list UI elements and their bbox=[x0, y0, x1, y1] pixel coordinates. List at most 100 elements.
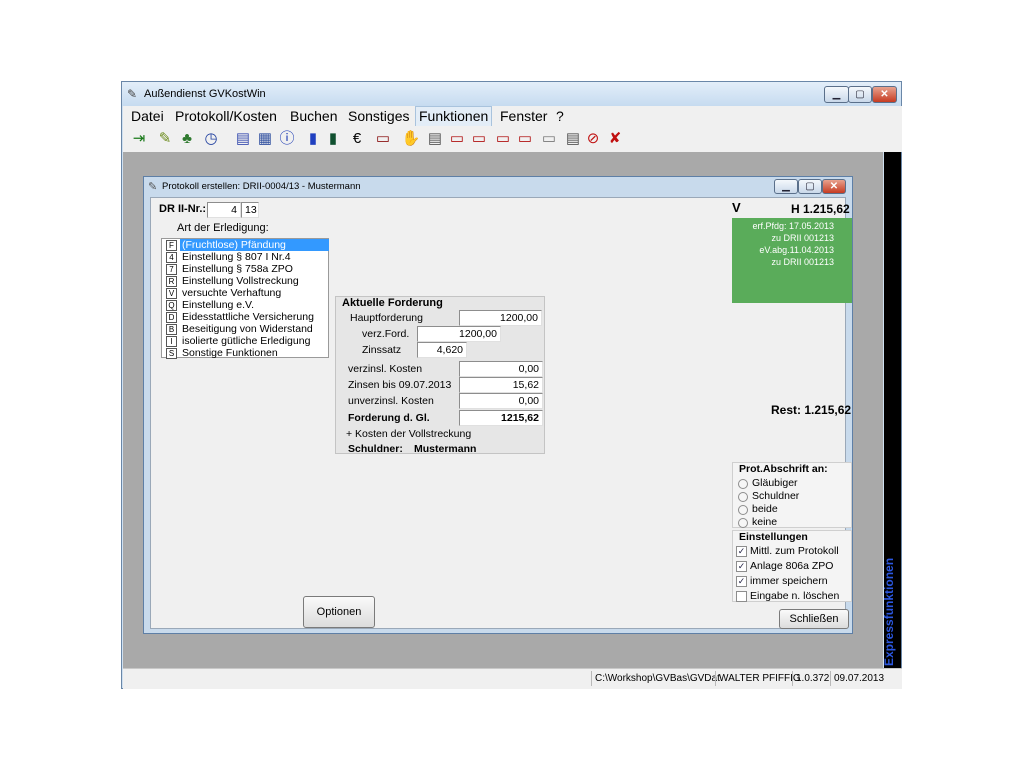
calendar-18-icon[interactable]: ▭ bbox=[447, 129, 467, 149]
erledigung-item[interactable]: R Einstellung Vollstreckung bbox=[162, 275, 328, 287]
verzinsl-kosten-field[interactable]: 0,00 bbox=[459, 361, 543, 377]
verz-ford-field[interactable]: 1200,00 bbox=[417, 326, 501, 342]
unverzinsl-kosten-field[interactable]: 0,00 bbox=[459, 393, 543, 409]
erledigung-item-label: Einstellung e.V. bbox=[182, 299, 254, 311]
history-line: zu DRII 001213 bbox=[771, 233, 834, 243]
erledigung-item[interactable]: 4 Einstellung § 807 I Nr.4 bbox=[162, 251, 328, 263]
radio-keine[interactable] bbox=[738, 518, 748, 528]
dialog-maximize-button[interactable]: ▢ bbox=[798, 179, 822, 194]
erledigung-item-label: Einstellung § 807 I Nr.4 bbox=[182, 251, 291, 263]
erledigung-item[interactable]: B Beseitigung von Widerstand bbox=[162, 323, 328, 335]
cancel-icon[interactable]: ✘ bbox=[605, 129, 625, 149]
document-t-icon[interactable]: ▭ bbox=[373, 129, 393, 149]
va-icon[interactable]: ▭ bbox=[469, 129, 489, 149]
abschrift-title: Prot.Abschrift an: bbox=[739, 463, 828, 475]
checkbox-mittl[interactable]: ✓ bbox=[736, 546, 747, 557]
rest-amount: Rest: 1.215,62 bbox=[771, 403, 852, 417]
erledigung-item-label: (Fruchtlose) Pfändung bbox=[180, 239, 329, 251]
menu-funktionen[interactable]: Funktionen bbox=[415, 106, 493, 128]
no-entry-icon[interactable]: ⊘ bbox=[583, 129, 603, 149]
checkbox-loeschen[interactable] bbox=[736, 591, 747, 602]
radio-beide-label: beide bbox=[752, 503, 778, 515]
kosten-note: + Kosten der Vollstreckung bbox=[346, 428, 472, 440]
schuldner-name: Mustermann bbox=[414, 443, 477, 455]
dialog-body: DR II-Nr.: 4 13 Art der Erledigung: F (Fr… bbox=[150, 197, 852, 629]
maximize-button[interactable]: ▢ bbox=[848, 86, 872, 103]
schliessen-button[interactable]: Schließen bbox=[779, 609, 849, 629]
menu-fenster[interactable]: Fenster bbox=[497, 106, 550, 126]
erledigung-item[interactable]: D Eidesstattliche Versicherung bbox=[162, 311, 328, 323]
calendar-icon[interactable]: ▦ bbox=[255, 129, 275, 149]
forderung-panel: Aktuelle Forderung Hauptforderung 1200,0… bbox=[335, 296, 545, 455]
document-grid-icon[interactable]: ▤ bbox=[563, 129, 583, 149]
edit-pencil-icon[interactable]: ✎ bbox=[155, 129, 175, 149]
exit-icon[interactable]: ⇥ bbox=[129, 129, 149, 149]
menu-help[interactable]: ? bbox=[553, 106, 567, 126]
book-icon[interactable]: ▮ bbox=[303, 129, 323, 149]
hauptforderung-label: Hauptforderung bbox=[350, 312, 423, 324]
dr-label: DR II-Nr.: bbox=[159, 203, 207, 215]
erledigung-item[interactable]: F (Fruchtlose) Pfändung bbox=[162, 239, 329, 251]
zinsen-field[interactable]: 15,62 bbox=[459, 377, 543, 393]
info-icon[interactable]: ⓘ bbox=[277, 129, 297, 149]
erledigung-item[interactable]: Vversuchte Verhaftung bbox=[162, 287, 328, 299]
status-bar: C:\Workshop\GVBas\GVDat WALTER PFIFFIG 1… bbox=[123, 668, 902, 689]
shortcut-key: 7 bbox=[166, 264, 177, 275]
hauptforderung-field[interactable]: 1200,00 bbox=[459, 310, 542, 326]
close-button[interactable]: ✕ bbox=[872, 86, 897, 103]
erledigung-label: Art der Erledigung: bbox=[177, 222, 269, 234]
number-icon[interactable]: ▭ bbox=[539, 129, 559, 149]
optionen-button[interactable]: Optionen bbox=[303, 596, 375, 628]
calculator-icon[interactable]: ▤ bbox=[233, 129, 253, 149]
zu-icon[interactable]: ▭ bbox=[515, 129, 535, 149]
hb-icon[interactable]: ▭ bbox=[493, 129, 513, 149]
dr-number-field[interactable]: 4 bbox=[207, 202, 241, 218]
radio-beide[interactable] bbox=[738, 505, 748, 515]
shortcut-key: F bbox=[166, 240, 177, 251]
menu-sonstiges[interactable]: Sonstiges bbox=[345, 106, 412, 126]
history-line: erf.Pfdg: 17.05.2013 bbox=[752, 221, 834, 231]
forderung-gl-field[interactable]: 1215,62 bbox=[459, 410, 543, 426]
schuldner-label: Schuldner: bbox=[348, 443, 403, 455]
checkbox-anlage[interactable]: ✓ bbox=[736, 561, 747, 572]
menu-protokoll-kosten[interactable]: Protokoll/Kosten bbox=[172, 106, 280, 126]
status-version: 1.0.372 bbox=[792, 671, 829, 686]
menu-buchen[interactable]: Buchen bbox=[287, 106, 340, 126]
erledigung-item[interactable]: S Sonstige Funktionen bbox=[162, 347, 328, 359]
erledigung-item[interactable]: 7 Einstellung § 758a ZPO bbox=[162, 263, 328, 275]
history-line: eV.abg.11.04.2013 bbox=[759, 245, 834, 255]
shortcut-key: D bbox=[166, 312, 177, 323]
checkbox-speichern-label: immer speichern bbox=[750, 575, 828, 587]
erledigung-item[interactable]: Iisolierte gütliche Erledigung bbox=[162, 335, 328, 347]
minimize-button[interactable]: ▁ bbox=[824, 86, 849, 103]
menu-datei[interactable]: Datei bbox=[128, 106, 167, 126]
dialog-close-button[interactable]: ✕ bbox=[822, 179, 846, 194]
erledigung-item[interactable]: Q Einstellung e.V. bbox=[162, 299, 328, 311]
handshake-icon[interactable]: ✋ bbox=[401, 129, 421, 149]
clock-icon[interactable]: ◷ bbox=[201, 129, 221, 149]
checkbox-loeschen-label: Eingabe n. löschen bbox=[750, 590, 840, 602]
zinsen-label: Zinsen bis 09.07.2013 bbox=[348, 379, 452, 391]
express-panel[interactable]: Expressfunktionen bbox=[882, 152, 901, 670]
dialog-minimize-button[interactable]: ▁ bbox=[774, 179, 798, 194]
app-icon: ✎ bbox=[127, 87, 138, 101]
checkbox-speichern[interactable]: ✓ bbox=[736, 576, 747, 587]
dr-year-field[interactable]: 13 bbox=[241, 202, 259, 218]
tree-icon[interactable]: ♣ bbox=[177, 129, 197, 149]
abschrift-group: Prot.Abschrift an: Gläubiger Schuldner b… bbox=[732, 462, 852, 528]
radio-glaeubiger[interactable] bbox=[738, 479, 748, 489]
checkbox-mittl-label: Mittl. zum Protokoll bbox=[750, 545, 839, 557]
zinssatz-field[interactable]: 4,620 bbox=[417, 342, 467, 358]
window-titlebar: ✎ Außendienst GVKostWin ▁ ▢ ✕ bbox=[122, 82, 901, 106]
document-list-icon[interactable]: ▤ bbox=[425, 129, 445, 149]
shortcut-key: 4 bbox=[166, 252, 177, 263]
euro-icon[interactable]: € bbox=[347, 129, 367, 149]
forderung-gl-label: Forderung d. Gl. bbox=[348, 412, 430, 424]
books-icon[interactable]: ▮ bbox=[323, 129, 343, 149]
erledigung-list[interactable]: F (Fruchtlose) Pfändung 4 Einstellung § 807… bbox=[161, 238, 329, 359]
status-user: WALTER PFIFFIG bbox=[715, 671, 801, 686]
status-date: 09.07.2013 bbox=[830, 671, 884, 686]
verzinsl-kosten-label: verzinsl. Kosten bbox=[348, 363, 423, 375]
radio-schuldner[interactable] bbox=[738, 492, 748, 502]
shortcut-key: Q bbox=[166, 300, 177, 311]
